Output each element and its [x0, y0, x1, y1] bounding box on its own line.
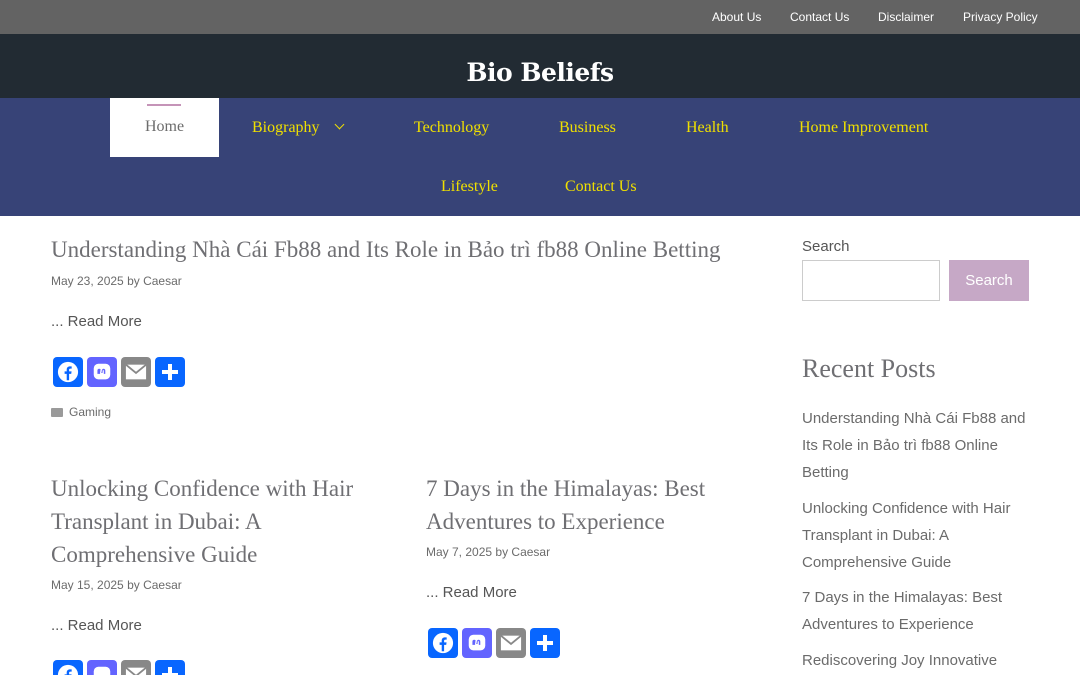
- top-link-about[interactable]: About Us: [712, 10, 761, 24]
- mastodon-icon[interactable]: [87, 660, 117, 675]
- post-by: by: [127, 274, 140, 288]
- post-title[interactable]: Unlocking Confidence with Hair Transplan…: [51, 472, 411, 571]
- nav-item-health[interactable]: Health: [686, 118, 729, 138]
- share-icon[interactable]: [155, 357, 185, 387]
- share-buttons: [428, 628, 560, 658]
- recent-post-link[interactable]: 7 Days in the Himalayas: Best Adventures…: [802, 584, 1034, 638]
- email-icon[interactable]: [496, 628, 526, 658]
- top-bar: About Us Contact Us Disclaimer Privacy P…: [0, 0, 1080, 34]
- post-author[interactable]: Caesar: [511, 545, 550, 559]
- recent-post-line: Unlocking Confidence with Hair: [802, 500, 1011, 517]
- post-title-line: Adventures to Experience: [426, 509, 665, 534]
- facebook-icon[interactable]: [53, 660, 83, 675]
- read-more-link[interactable]: ... Read More: [426, 584, 517, 601]
- nav-item-lifestyle[interactable]: Lifestyle: [441, 177, 498, 197]
- top-link-disclaimer[interactable]: Disclaimer: [878, 10, 934, 24]
- facebook-icon[interactable]: [53, 357, 83, 387]
- category-link[interactable]: Gaming: [69, 405, 111, 419]
- nav-item-home-improvement[interactable]: Home Improvement: [799, 118, 928, 138]
- post-by: by: [495, 545, 509, 559]
- email-icon[interactable]: [121, 660, 151, 675]
- read-more-link[interactable]: ... Read More: [51, 617, 142, 634]
- recent-post-line: Understanding Nhà Cái Fb88 and: [802, 410, 1026, 427]
- mastodon-icon[interactable]: [462, 628, 492, 658]
- top-link-privacy[interactable]: Privacy Policy: [963, 10, 1038, 24]
- post-by: by: [127, 578, 140, 592]
- recent-post-line: Rediscovering Joy Innovative: [802, 652, 998, 669]
- active-indicator: [147, 104, 181, 106]
- email-icon[interactable]: [121, 357, 151, 387]
- recent-posts-title: Recent Posts: [802, 354, 936, 383]
- site-header: Bio Beliefs: [0, 34, 1080, 98]
- recent-post-line: Transplant in Dubai: A: [802, 527, 950, 544]
- recent-post-line: Betting: [802, 464, 849, 481]
- top-link-contact[interactable]: Contact Us: [790, 10, 849, 24]
- search-input[interactable]: [802, 260, 940, 301]
- mastodon-icon[interactable]: [87, 357, 117, 387]
- nav-item-business[interactable]: Business: [559, 118, 616, 138]
- post-meta: May 23, 2025 by Caesar: [51, 274, 182, 288]
- post-title-line: Transplant in Dubai: A: [51, 509, 262, 534]
- recent-post-link[interactable]: Understanding Nhà Cái Fb88 and Its Role …: [802, 405, 1034, 486]
- post-date[interactable]: May 23, 2025: [51, 274, 124, 288]
- search-button[interactable]: Search: [949, 260, 1029, 301]
- post-category: Gaming: [51, 405, 111, 419]
- nav-item-biography-label: Biography: [252, 119, 320, 136]
- site-title[interactable]: Bio Beliefs: [0, 58, 1080, 87]
- nav-item-home[interactable]: Home: [110, 98, 219, 157]
- post-title-line: Comprehensive Guide: [51, 542, 258, 567]
- share-icon[interactable]: [155, 660, 185, 675]
- recent-post-line: Its Role in Bảo trì fb88 Online: [802, 437, 998, 454]
- post-title-line: 7 Days in the Himalayas: Best: [426, 476, 706, 501]
- post-title[interactable]: 7 Days in the Himalayas: Best Adventures…: [426, 472, 786, 538]
- recent-post-line: Comprehensive Guide: [802, 554, 952, 571]
- post-meta: May 7, 2025 by Caesar: [426, 545, 550, 559]
- chevron-down-icon: [334, 119, 344, 130]
- share-buttons: [53, 660, 185, 675]
- nav-item-contact-us[interactable]: Contact Us: [565, 177, 637, 197]
- nav-item-technology[interactable]: Technology: [414, 118, 489, 138]
- folder-icon: [51, 408, 63, 417]
- recent-post-link[interactable]: Unlocking Confidence with Hair Transplan…: [802, 495, 1034, 576]
- post-title[interactable]: Understanding Nhà Cái Fb88 and Its Role …: [51, 233, 771, 266]
- share-icon[interactable]: [530, 628, 560, 658]
- recent-post-link[interactable]: Rediscovering Joy Innovative: [802, 647, 1034, 674]
- post-author[interactable]: Caesar: [143, 578, 182, 592]
- post-title-line: Unlocking Confidence with Hair: [51, 476, 354, 501]
- nav-item-biography[interactable]: Biography: [252, 118, 344, 138]
- recent-post-line: Adventures to Experience: [802, 616, 974, 633]
- post-meta: May 15, 2025 by Caesar: [51, 578, 182, 592]
- facebook-icon[interactable]: [428, 628, 458, 658]
- share-buttons: [53, 357, 185, 387]
- post-date[interactable]: May 15, 2025: [51, 578, 124, 592]
- main-nav: Home Biography Technology Business Healt…: [0, 98, 1080, 216]
- read-more-link[interactable]: ... Read More: [51, 313, 142, 330]
- post-author[interactable]: Caesar: [143, 274, 182, 288]
- search-label: Search: [802, 238, 850, 255]
- recent-post-line: 7 Days in the Himalayas: Best: [802, 589, 1003, 606]
- post-date[interactable]: May 7, 2025: [426, 545, 492, 559]
- nav-item-home-label: Home: [144, 118, 185, 135]
